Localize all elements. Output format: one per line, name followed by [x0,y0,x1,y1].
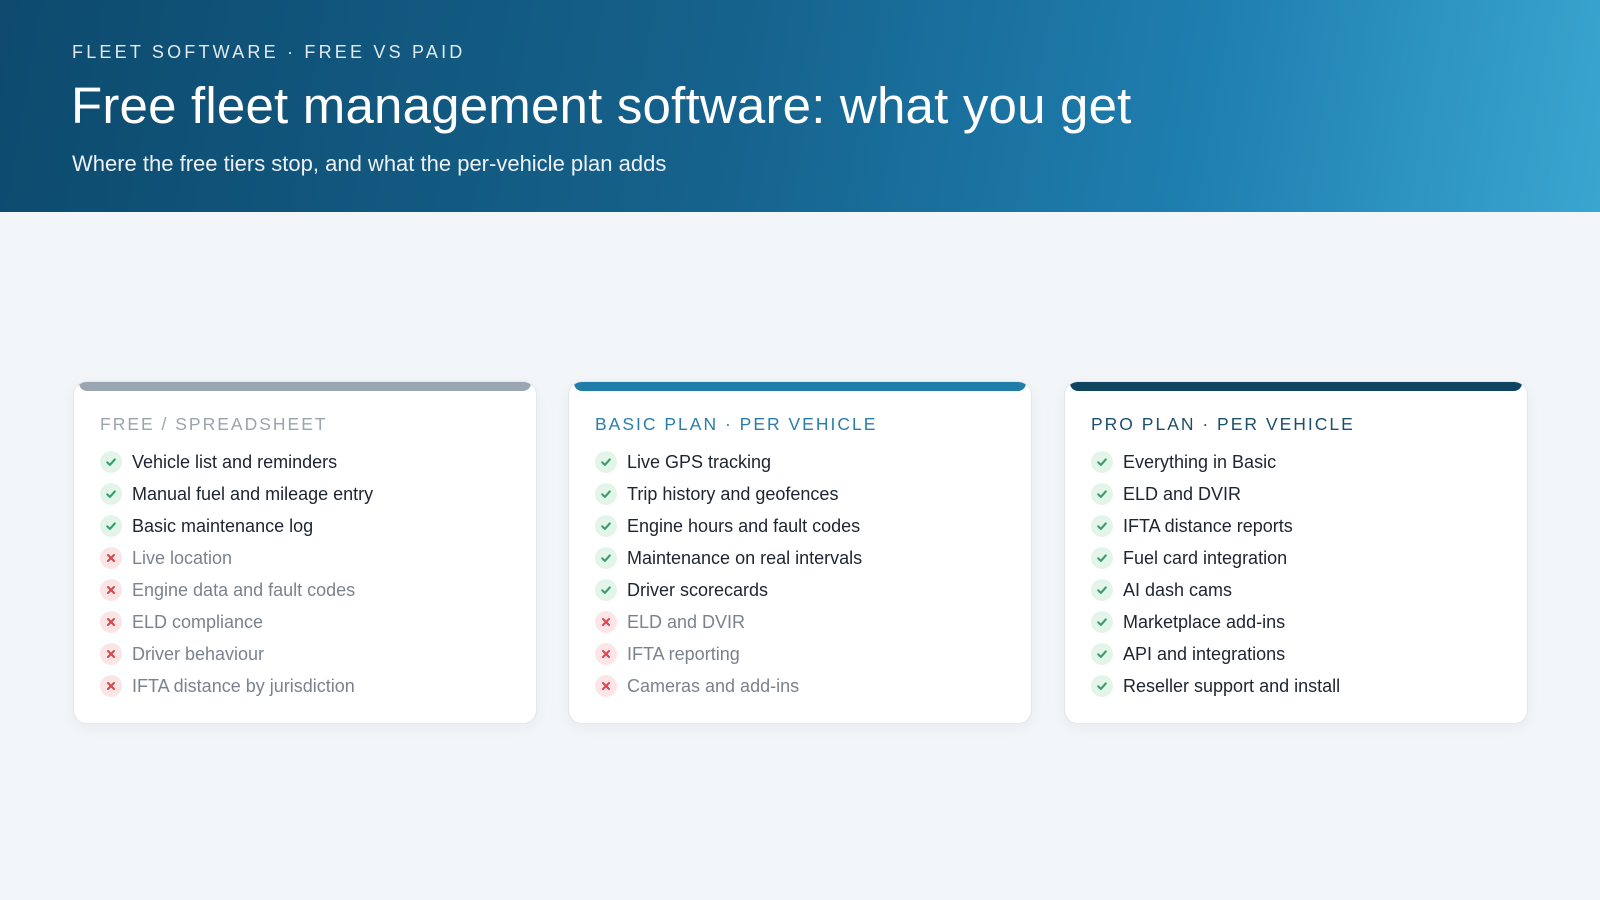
feature-label: Manual fuel and mileage entry [132,483,374,504]
check-icon [595,579,617,601]
check-icon [1091,451,1113,473]
feature-label: API and integrations [1123,643,1286,664]
plan-accent-bar [1070,382,1522,391]
check-icon [595,547,617,569]
cross-icon [100,547,122,569]
check-icon [100,451,122,473]
plan-title: FREE / SPREADSHEET [100,414,328,434]
feature-item: IFTA distance reports [1091,510,1340,542]
hero-banner: FLEET SOFTWARE · FREE VS PAID Free fleet… [0,0,1600,212]
plan-card-basic: BASIC PLAN · PER VEHICLE Live GPS tracki… [568,381,1032,724]
feature-item: ELD and DVIR [595,606,862,638]
cross-icon [595,675,617,697]
feature-label: IFTA distance by jurisdiction [132,675,355,696]
check-icon [595,451,617,473]
feature-label: Cameras and add-ins [627,675,800,696]
plan-card-pro: PRO PLAN · PER VEHICLE Everything in Bas… [1064,381,1528,724]
check-icon [1091,547,1113,569]
feature-label: Maintenance on real intervals [627,547,863,568]
feature-item: Marketplace add-ins [1091,606,1340,638]
feature-label: Reseller support and install [1123,675,1341,696]
cross-icon [100,675,122,697]
plan-accent-bar [574,382,1026,391]
check-icon [100,515,122,537]
eyebrow-label: FLEET SOFTWARE · FREE VS PAID [72,42,466,62]
feature-item: Trip history and geofences [595,478,862,510]
feature-label: IFTA reporting [627,643,740,664]
feature-item: Fuel card integration [1091,542,1340,574]
plan-title: BASIC PLAN · PER VEHICLE [595,414,878,434]
check-icon [1091,515,1113,537]
feature-item: IFTA distance by jurisdiction [100,670,373,702]
feature-label: Driver behaviour [132,643,265,664]
feature-label: Fuel card integration [1123,547,1288,568]
feature-label: Engine hours and fault codes [627,515,861,536]
cross-icon [595,611,617,633]
feature-label: ELD and DVIR [1123,483,1242,504]
cross-icon [100,579,122,601]
feature-item: Driver behaviour [100,638,373,670]
cross-icon [100,643,122,665]
check-icon [100,483,122,505]
check-icon [1091,675,1113,697]
cross-icon [100,611,122,633]
feature-item: Engine data and fault codes [100,574,373,606]
feature-label: AI dash cams [1123,579,1233,600]
feature-label: Live GPS tracking [627,451,772,472]
feature-label: IFTA distance reports [1123,515,1293,536]
feature-item: Manual fuel and mileage entry [100,478,373,510]
feature-label: Trip history and geofences [627,483,839,504]
feature-item: Basic maintenance log [100,510,373,542]
plan-accent-bar [79,382,531,391]
feature-label: Basic maintenance log [132,515,314,536]
feature-item: ELD compliance [100,606,373,638]
feature-list: Vehicle list and reminders Manual fuel an… [100,446,373,702]
feature-item: Reseller support and install [1091,670,1340,702]
feature-item: Everything in Basic [1091,446,1340,478]
feature-list: Live GPS tracking Trip history and geofen… [595,446,862,702]
feature-item: Cameras and add-ins [595,670,862,702]
feature-label: Engine data and fault codes [132,579,356,600]
page-title: Free fleet management software: what you… [71,77,1132,134]
feature-item: AI dash cams [1091,574,1340,606]
feature-label: ELD and DVIR [627,611,746,632]
check-icon [1091,579,1113,601]
check-icon [595,515,617,537]
feature-label: Everything in Basic [1123,451,1277,472]
plan-card-free: FREE / SPREADSHEET Vehicle list and remi… [73,381,537,724]
feature-item: API and integrations [1091,638,1340,670]
feature-item: Live GPS tracking [595,446,862,478]
plan-title: PRO PLAN · PER VEHICLE [1091,414,1355,434]
check-icon [595,483,617,505]
feature-list: Everything in Basic ELD and DVIR IFTA dist… [1091,446,1340,702]
feature-label: Vehicle list and reminders [132,451,338,472]
check-icon [1091,643,1113,665]
check-icon [1091,611,1113,633]
cross-icon [595,643,617,665]
feature-item: Live location [100,542,373,574]
feature-label: Marketplace add-ins [1123,611,1286,632]
feature-label: Live location [132,547,233,568]
check-icon [1091,483,1113,505]
feature-item: Vehicle list and reminders [100,446,373,478]
feature-label: Driver scorecards [627,579,769,600]
feature-item: Driver scorecards [595,574,862,606]
feature-label: ELD compliance [132,611,264,632]
page-subtitle: Where the free tiers stop, and what the … [72,151,667,176]
feature-item: Maintenance on real intervals [595,542,862,574]
feature-item: ELD and DVIR [1091,478,1340,510]
feature-item: IFTA reporting [595,638,862,670]
feature-item: Engine hours and fault codes [595,510,862,542]
